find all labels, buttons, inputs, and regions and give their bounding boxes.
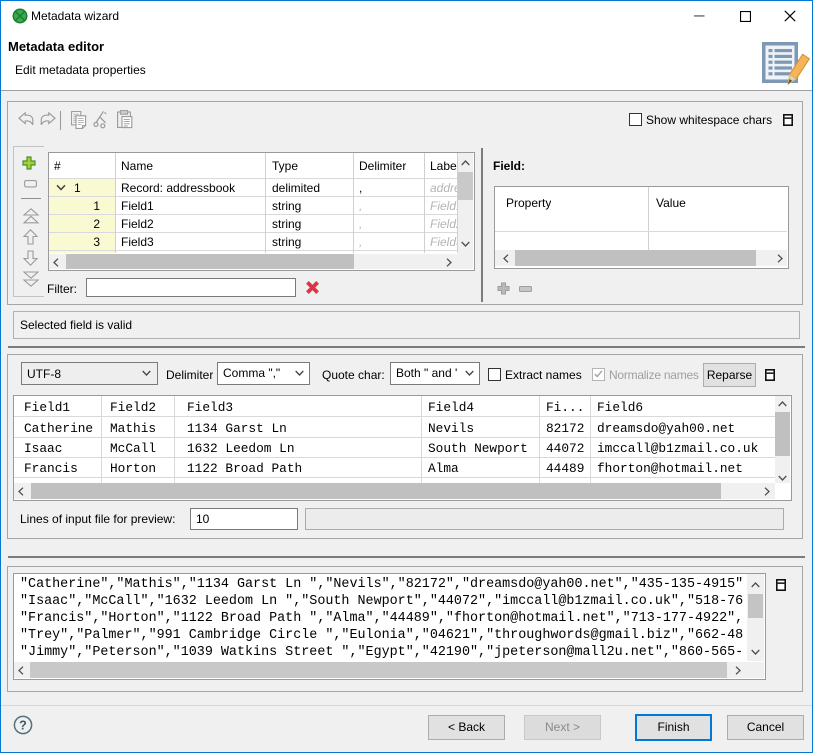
- svg-text:?: ?: [19, 719, 27, 733]
